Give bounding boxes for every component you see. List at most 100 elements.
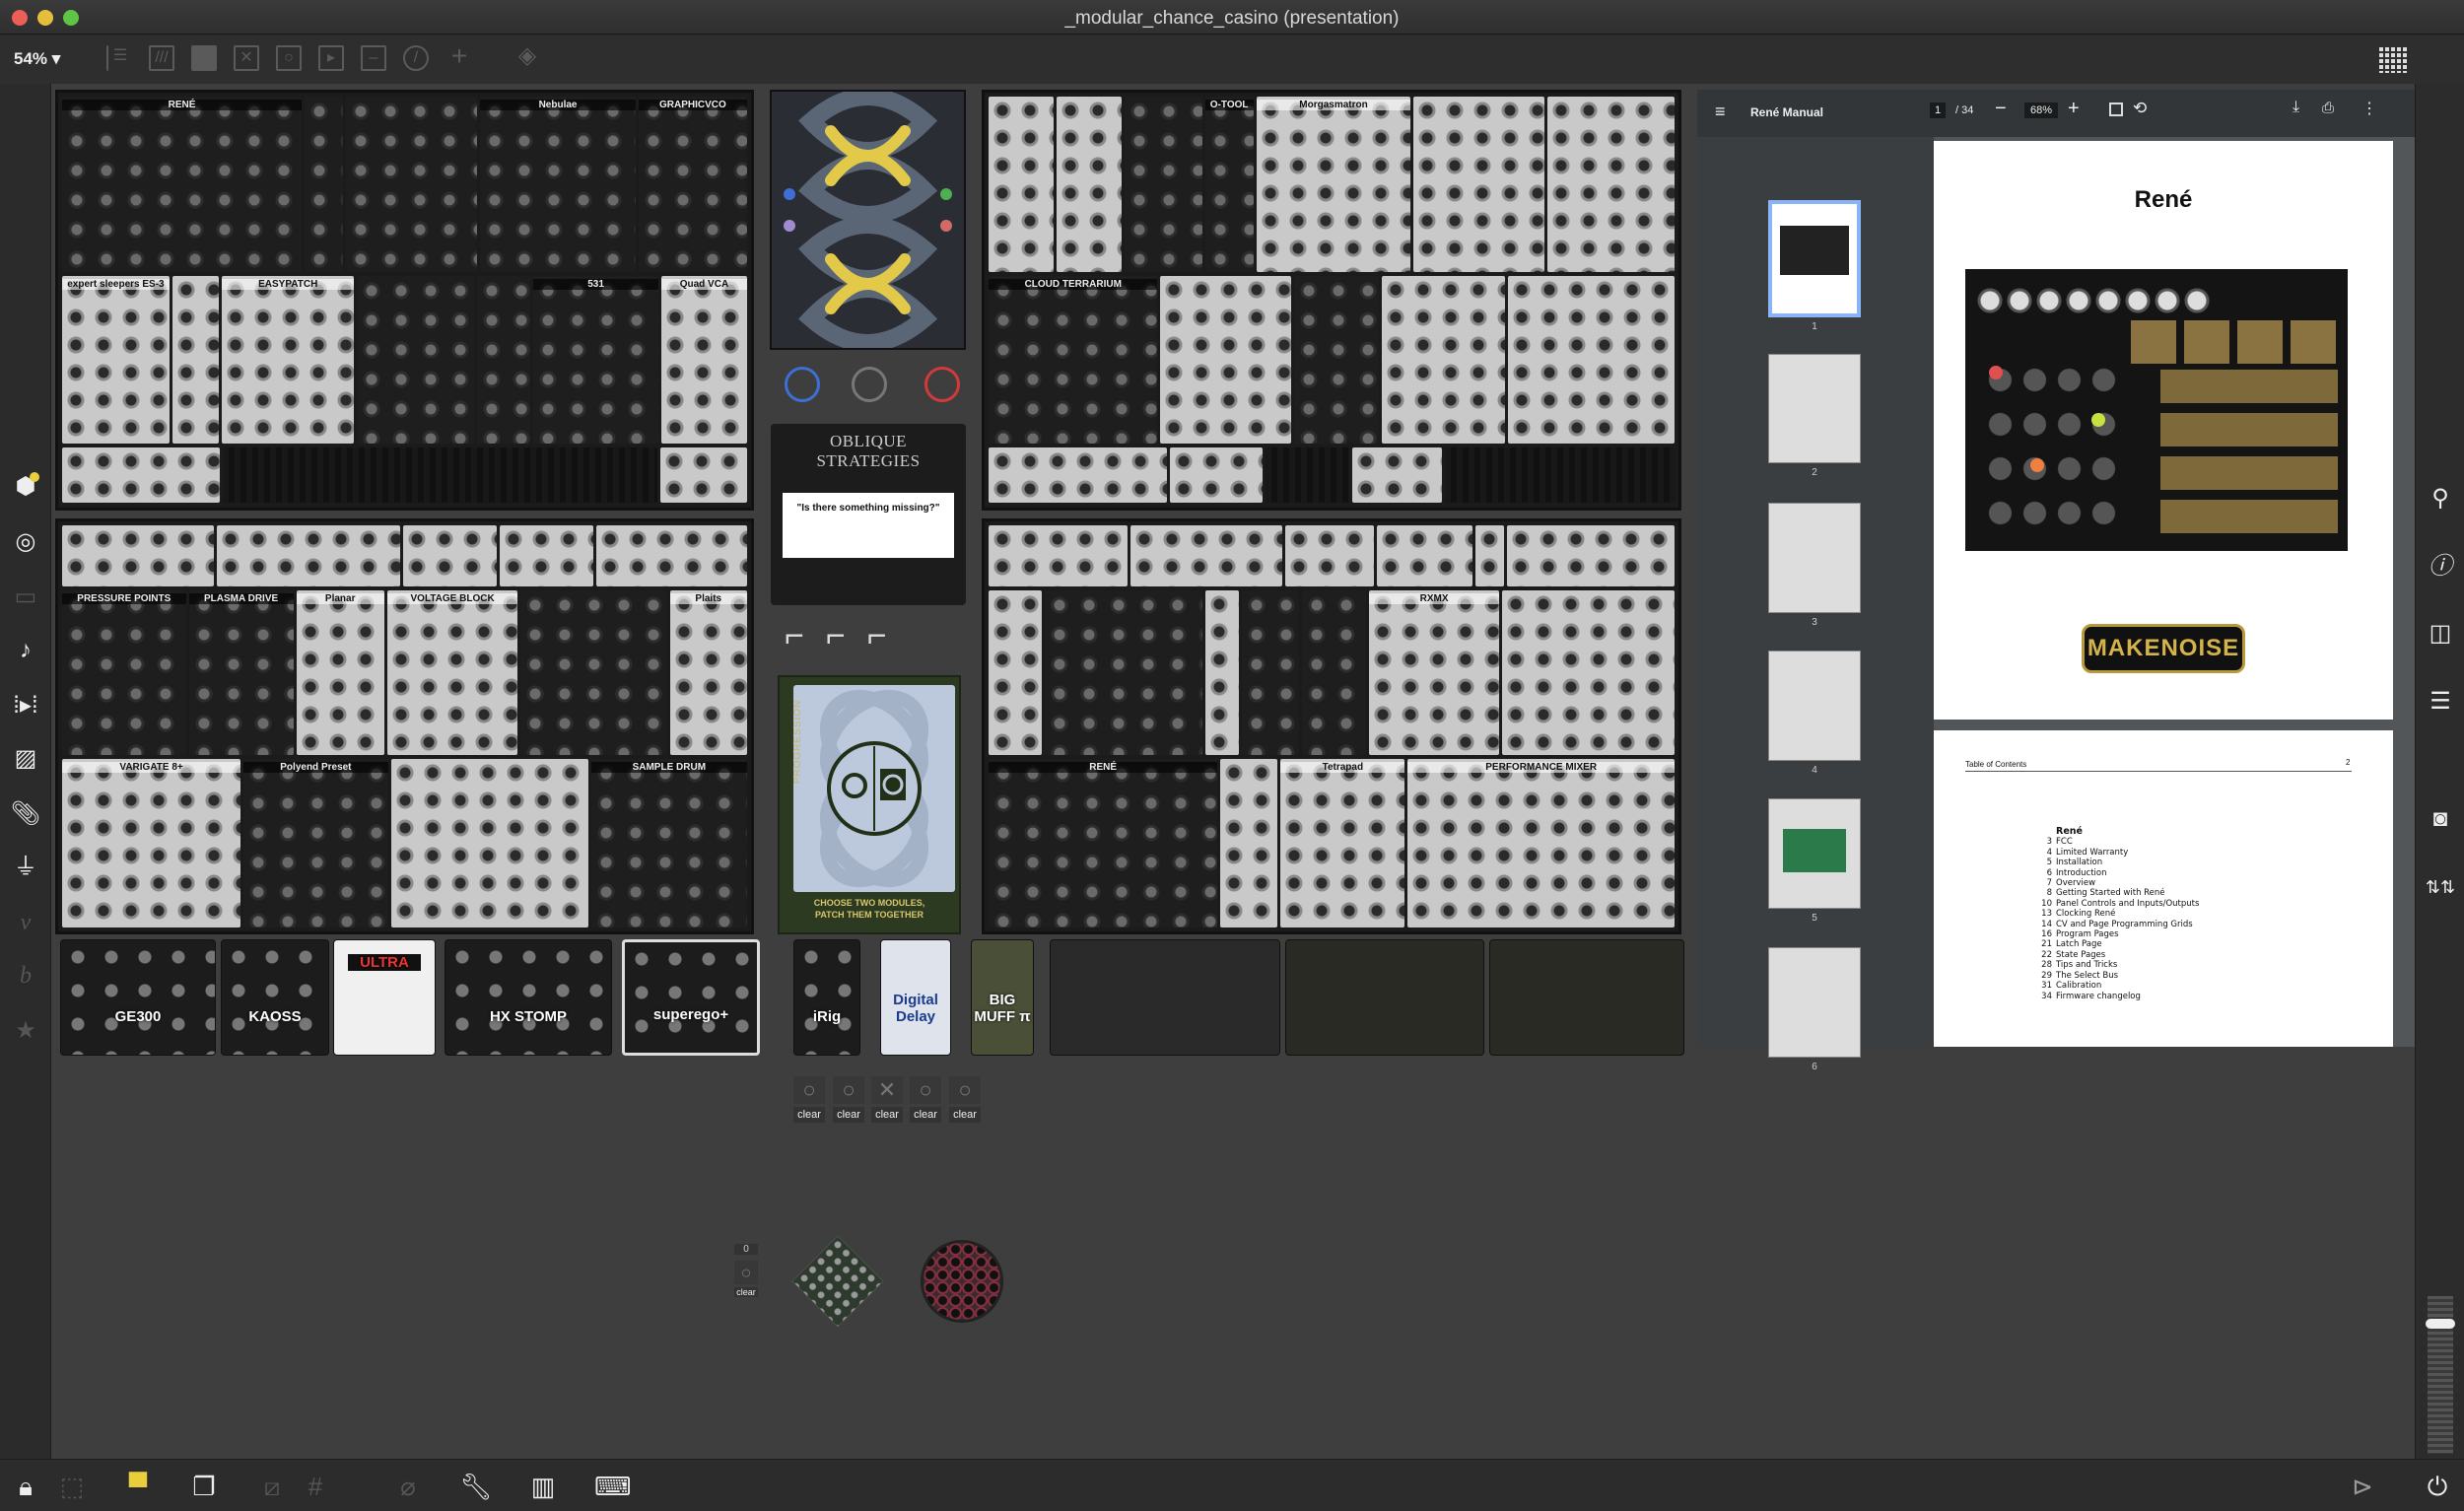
lone-toggle[interactable]: ○	[734, 1261, 758, 1284]
module[interactable]: SAMPLE DRUM	[590, 758, 747, 927]
toc-entry[interactable]: 34 Firmware changelog	[2036, 992, 2199, 1001]
rack-icon[interactable]: ☰	[106, 45, 132, 71]
wrench-icon[interactable]: 🔧︎	[459, 1470, 493, 1503]
module[interactable]	[1056, 97, 1123, 272]
toggle-button[interactable]: ○	[833, 1076, 864, 1104]
module[interactable]	[390, 758, 588, 927]
target-icon[interactable]: ◎	[10, 527, 41, 557]
module[interactable]: PERFORMANCE MIXER	[1407, 758, 1675, 927]
pdf-zoom-input[interactable]: 68%	[2024, 103, 2059, 118]
volume-slider-handle[interactable]	[2426, 1318, 2455, 1329]
toc-entry[interactable]: 22 State Pages	[2036, 950, 2199, 960]
toc-entry[interactable]: 10 Panel Controls and Inputs/Outputs	[2036, 899, 2199, 909]
module[interactable]	[62, 447, 220, 503]
slider-icon[interactable]: –	[361, 45, 386, 71]
lock-icon[interactable]: 🔒︎	[9, 1470, 42, 1503]
pedal[interactable]	[1050, 939, 1280, 1056]
toc-entry[interactable]: 31 Calibration	[2036, 981, 2199, 991]
power-icon[interactable]: ⏻	[2421, 1470, 2454, 1503]
toc-entry[interactable]: 7 Overview	[2036, 878, 2199, 888]
module[interactable]	[1045, 589, 1202, 755]
pedal[interactable]: BIG MUFF π	[971, 939, 1034, 1056]
grid-icon[interactable]: #	[299, 1470, 332, 1503]
module[interactable]: Polyend Preset	[243, 758, 388, 927]
comment-icon[interactable]	[191, 45, 217, 71]
clear-button[interactable]: clear	[833, 1107, 864, 1123]
module[interactable]: VARIGATE 8+	[62, 758, 241, 927]
module[interactable]	[989, 447, 1167, 503]
page-input[interactable]: 1	[1930, 103, 1947, 118]
zoom-in-button[interactable]: +	[2068, 98, 2080, 120]
module[interactable]: RENÉ	[62, 97, 303, 272]
module[interactable]	[1285, 525, 1374, 586]
toggle-button[interactable]: ○	[910, 1076, 941, 1104]
grid-view-icon[interactable]	[2379, 47, 2409, 73]
module[interactable]	[1376, 525, 1472, 586]
module[interactable]: 531	[533, 276, 658, 444]
module[interactable]: RXMX	[1369, 589, 1500, 755]
attach-icon[interactable]: ⌀	[391, 1470, 425, 1503]
download-icon[interactable]: ⤓	[2293, 99, 2299, 116]
toggle-button[interactable]: ○	[949, 1076, 981, 1104]
pedal[interactable]: iRig	[793, 939, 860, 1056]
b-icon[interactable]: b	[10, 961, 41, 991]
module[interactable]	[1125, 97, 1202, 272]
module[interactable]	[660, 447, 747, 503]
image-icon[interactable]: ▨	[10, 744, 41, 774]
page-thumbnail[interactable]	[1768, 947, 1861, 1058]
toc-entry[interactable]: 6 Introduction	[2036, 868, 2199, 878]
toc-entry[interactable]: 14 CV and Page Programming Grids	[2036, 920, 2199, 929]
toc-entry[interactable]: 13 Clocking René	[2036, 909, 2199, 919]
fit-page-icon[interactable]	[2109, 103, 2123, 116]
windows-icon[interactable]: ❐	[187, 1470, 221, 1503]
module[interactable]: Plaits	[669, 589, 747, 755]
video-icon[interactable]: ⁞▸⁞	[10, 691, 41, 721]
module[interactable]	[1266, 447, 1350, 503]
label-icon[interactable]: ///	[149, 45, 174, 71]
module[interactable]: VOLTAGE BLOCK	[386, 589, 518, 755]
pedal[interactable]: KAOSS	[221, 939, 329, 1056]
module[interactable]	[520, 589, 667, 755]
module[interactable]	[1293, 276, 1380, 444]
pedal[interactable]	[1489, 939, 1684, 1056]
module[interactable]	[1508, 276, 1675, 444]
module[interactable]	[346, 97, 478, 272]
module[interactable]: EASYPATCH	[222, 276, 355, 444]
round-module[interactable]	[921, 1240, 1003, 1323]
page-thumbnail[interactable]	[1768, 354, 1861, 463]
rack-icon[interactable]: ▭	[10, 583, 41, 612]
volume-slider[interactable]	[2426, 1296, 2455, 1454]
toc-entry[interactable]: 29 The Select Bus	[2036, 971, 2199, 981]
mixer-icon[interactable]: ⇅⇅	[2424, 872, 2457, 902]
pedal[interactable]	[1285, 939, 1484, 1056]
rotate-icon[interactable]: ⟲	[2133, 99, 2147, 118]
dial-icon[interactable]: /	[403, 45, 429, 71]
menu-icon[interactable]: ≡	[1715, 102, 1726, 122]
toc-entry[interactable]: 4 Limited Warranty	[2036, 848, 2199, 858]
module[interactable]	[1546, 97, 1675, 272]
print-icon[interactable]: ⎙	[2322, 100, 2334, 116]
page-thumbnail[interactable]	[1768, 798, 1861, 909]
toggle-button[interactable]: ✕	[871, 1076, 903, 1104]
module[interactable]	[989, 97, 1054, 272]
clear-button[interactable]: clear	[910, 1107, 941, 1123]
play-icon[interactable]: ▸	[318, 45, 344, 71]
columns-icon[interactable]: ◫	[2424, 619, 2457, 649]
paperclip-icon[interactable]: 📎︎	[10, 799, 41, 829]
zoom-dropdown[interactable]: 54% ▾	[14, 49, 60, 69]
module[interactable]	[1474, 525, 1504, 586]
search-icon[interactable]: ⚲	[2424, 484, 2457, 514]
module[interactable]: CLOUD TERRARIUM	[989, 276, 1158, 444]
pedal[interactable]: HX STOMP	[445, 939, 612, 1056]
toc-entry[interactable]: 16 Program Pages	[2036, 929, 2199, 939]
more-icon[interactable]: ⋮	[2361, 99, 2377, 118]
gray-button[interactable]	[852, 367, 887, 402]
module[interactable]	[989, 525, 1129, 586]
progression-card[interactable]: PROGRESSION CHOOSE TWO MODULES, PATCH TH…	[778, 675, 961, 934]
module[interactable]	[357, 276, 474, 444]
page-thumbnail[interactable]	[1768, 651, 1861, 761]
module[interactable]: O-TOOL	[1204, 97, 1254, 272]
module[interactable]	[217, 525, 401, 586]
module[interactable]	[305, 97, 344, 272]
module[interactable]	[1506, 525, 1675, 586]
